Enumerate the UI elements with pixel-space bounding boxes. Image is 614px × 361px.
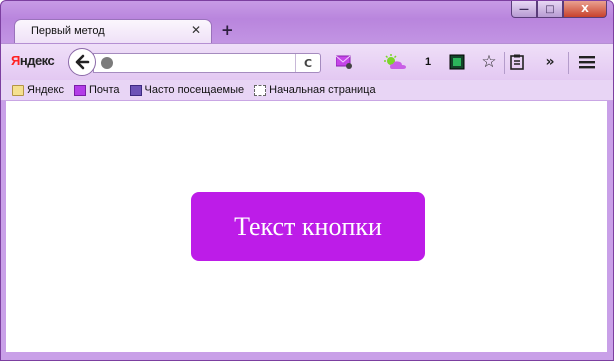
blank-page-icon: [254, 84, 267, 96]
clipboard-icon[interactable]: [508, 53, 526, 71]
bookmark-most-visited[interactable]: Часто посещаемые: [129, 84, 244, 96]
bookmarks-toolbar: Яндекс Почта Часто посещаемые Начальная …: [1, 80, 613, 101]
main-button[interactable]: Текст кнопки: [191, 192, 425, 261]
green-extension-icon[interactable]: [448, 53, 466, 71]
bookmark-mail[interactable]: Почта: [74, 84, 120, 96]
address-bar[interactable]: C: [93, 53, 321, 73]
bookmark-start-page[interactable]: Начальная страница: [254, 84, 376, 96]
back-arrow-icon: [75, 54, 90, 70]
yandex-logo[interactable]: Яндекс: [11, 53, 55, 68]
globe-icon: [101, 57, 113, 69]
mail-icon[interactable]: [335, 53, 353, 71]
most-visited-icon: [129, 84, 142, 96]
back-button[interactable]: [68, 48, 96, 76]
reload-icon[interactable]: C: [295, 54, 320, 72]
hamburger-menu-icon[interactable]: [577, 53, 597, 71]
tab-active[interactable]: Первый метод ✕: [14, 19, 212, 43]
bookmark-yandex[interactable]: Яндекс: [12, 84, 64, 96]
bookmark-star-icon[interactable]: ☆: [479, 52, 499, 72]
browser-window: — □ X Первый метод ✕ + Яндекс C 1 ☆ » Ян…: [0, 0, 614, 361]
toolbar-separator: [504, 52, 505, 74]
notification-counter[interactable]: 1: [423, 53, 433, 71]
mail-icon: [74, 84, 86, 96]
tab-close-icon[interactable]: ✕: [191, 23, 201, 37]
tab-title: Первый метод: [31, 25, 105, 37]
weather-icon[interactable]: [382, 53, 408, 71]
yandex-folder-icon: [12, 84, 24, 96]
toolbar-separator: [568, 52, 569, 74]
navigation-toolbar: Яндекс C 1 ☆ »: [1, 43, 613, 80]
url-input[interactable]: [118, 55, 292, 73]
tab-strip: Первый метод ✕ +: [1, 15, 613, 43]
overflow-icon[interactable]: »: [542, 53, 558, 71]
page-content: Текст кнопки: [6, 101, 607, 352]
new-tab-button[interactable]: +: [221, 21, 234, 39]
